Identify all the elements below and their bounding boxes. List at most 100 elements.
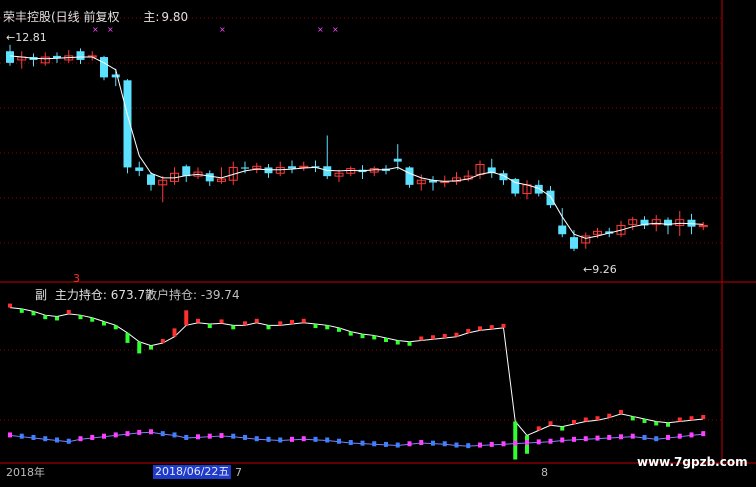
stock-chart-window[interactable]: ←12.81 ←9.26 × × × × × 荣丰控股(日线 前复权 主: 9.80 3 副 … bbox=[0, 0, 756, 487]
main-holding-marker bbox=[266, 325, 271, 330]
retail-holding-marker bbox=[689, 432, 694, 438]
main-holding-marker bbox=[113, 325, 118, 330]
main-holding-marker bbox=[219, 319, 224, 324]
date-axis-selected[interactable]: 2018/06/22五 bbox=[153, 465, 232, 479]
retail-holding-marker bbox=[583, 436, 588, 442]
chart-title: 荣丰控股(日线 前复权 主: 9.80 bbox=[3, 10, 189, 24]
candle-body-down bbox=[135, 167, 144, 171]
main-holding-marker bbox=[442, 333, 447, 338]
main-holding-marker bbox=[572, 420, 576, 425]
main-holding-marker bbox=[642, 418, 647, 423]
candle-body-down bbox=[241, 167, 249, 169]
retail-holding-marker bbox=[278, 437, 283, 443]
retail-holding-marker bbox=[630, 433, 635, 439]
candle-body-down bbox=[405, 167, 414, 185]
main-holding-marker bbox=[137, 341, 142, 354]
retail-holding-marker bbox=[125, 431, 130, 437]
main-holding-marker bbox=[372, 335, 377, 340]
stock-name: 荣丰控股(日线 前复权 bbox=[3, 10, 120, 24]
retail-holding-marker bbox=[513, 440, 518, 446]
retail-holding-marker bbox=[395, 442, 400, 448]
main-holding-marker bbox=[384, 337, 388, 342]
main-holding-marker bbox=[407, 341, 412, 346]
retail-holding-marker bbox=[478, 442, 482, 448]
signal-marker: × bbox=[107, 25, 114, 34]
retail-holding-marker bbox=[677, 433, 682, 439]
main-holding-marker bbox=[560, 426, 565, 431]
candle-body-down bbox=[534, 184, 543, 194]
retail-holding-marker bbox=[501, 441, 506, 447]
candle-body-down bbox=[111, 74, 120, 78]
date-axis-start: 2018年 bbox=[6, 466, 45, 479]
retail-holding-marker bbox=[348, 440, 353, 446]
candle-body-down bbox=[205, 173, 214, 182]
indicator-prefix: 副 bbox=[35, 288, 48, 302]
retail-holding-marker bbox=[607, 434, 612, 440]
retail-holding-marker bbox=[384, 441, 388, 447]
main-holding-marker bbox=[31, 311, 36, 316]
main-holding-marker bbox=[360, 334, 365, 339]
low-price-label: ←9.26 bbox=[583, 263, 617, 276]
main-holding-marker bbox=[196, 318, 200, 323]
candle-body-down bbox=[393, 158, 402, 162]
indicator-label2: 散户持仓 bbox=[145, 288, 194, 302]
main-holding-marker bbox=[583, 417, 588, 422]
candle-body-down bbox=[323, 166, 332, 177]
main-holding-marker bbox=[536, 426, 541, 431]
main-holding-marker bbox=[8, 303, 12, 308]
retail-holding-marker bbox=[66, 438, 71, 444]
signal-marker: × bbox=[219, 25, 226, 34]
retail-holding-marker bbox=[90, 434, 95, 440]
retail-holding-marker bbox=[654, 436, 659, 442]
main-holding-marker bbox=[290, 320, 294, 325]
retail-holding-marker bbox=[196, 434, 200, 440]
main-holding-marker bbox=[160, 339, 165, 344]
date-axis-tick-7: 7 bbox=[235, 466, 242, 479]
main-holding-marker bbox=[313, 324, 318, 329]
retail-holding-marker bbox=[254, 436, 259, 442]
candle-body-down bbox=[264, 167, 273, 174]
main-holding-marker bbox=[125, 332, 130, 343]
retail-holding-marker bbox=[231, 433, 236, 439]
candle-body-down bbox=[76, 51, 85, 60]
main-holding-marker bbox=[43, 315, 48, 320]
indicator-legend: 副 主力持仓: 673.77 bbox=[35, 288, 153, 302]
main-holding-marker bbox=[254, 318, 259, 323]
candle-body-down bbox=[100, 57, 108, 78]
main-holding-marker bbox=[654, 421, 659, 426]
retail-holding-marker bbox=[266, 436, 271, 442]
chart-canvas[interactable]: ←12.81 ←9.26 × × × × × bbox=[0, 0, 756, 487]
main-holding-marker bbox=[607, 413, 612, 418]
retail-holding-marker bbox=[301, 436, 306, 442]
candle-body-down bbox=[288, 166, 296, 169]
candle-body-down bbox=[182, 166, 191, 177]
main-holding-marker bbox=[207, 324, 212, 329]
candle-body-down bbox=[546, 190, 555, 206]
retail-holding-marker bbox=[548, 438, 553, 444]
main-holding-marker bbox=[172, 328, 177, 337]
retail-holding-marker bbox=[137, 429, 142, 435]
retail-holding-marker bbox=[595, 435, 600, 441]
signal-marker: × bbox=[92, 25, 99, 34]
signal-marker: × bbox=[317, 25, 324, 34]
retail-holding-marker bbox=[337, 438, 341, 444]
main-holding-marker bbox=[595, 416, 600, 421]
retail-holding-marker bbox=[31, 434, 36, 440]
signal-marker: × bbox=[332, 25, 339, 34]
candle-body-down bbox=[558, 225, 567, 235]
retail-holding-marker bbox=[149, 429, 153, 435]
retail-holding-marker bbox=[8, 432, 12, 438]
main-holding-marker bbox=[489, 325, 494, 330]
retail-holding-marker bbox=[325, 437, 330, 443]
retail-holding-marker bbox=[78, 436, 83, 442]
main-holding-marker bbox=[513, 421, 518, 460]
main-holding-marker bbox=[149, 345, 153, 350]
retail-holding-marker bbox=[525, 440, 529, 446]
main-holding-marker bbox=[478, 326, 482, 331]
main-holding-marker bbox=[90, 317, 95, 322]
main-holding-marker bbox=[431, 335, 435, 340]
main-holding-marker bbox=[55, 316, 59, 321]
retail-holding-marker bbox=[184, 434, 189, 440]
indicator-value2: -39.74 bbox=[200, 288, 240, 302]
retail-holding-marker bbox=[19, 433, 24, 439]
